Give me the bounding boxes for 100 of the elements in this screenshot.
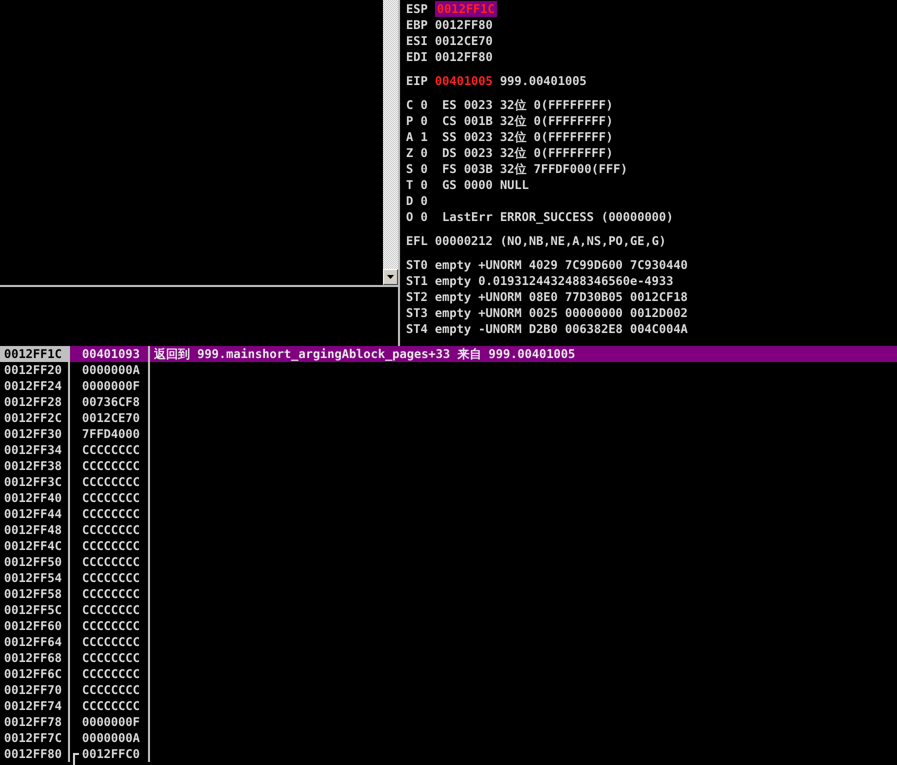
stack-value: 0000000A xyxy=(82,731,140,745)
segment-info: ES 0023 32位 0(FFFFFFFF) xyxy=(442,97,614,113)
stack-row[interactable]: 0012FF5C CCCCCCCC xyxy=(0,602,897,618)
fpu-register-name: ST4 xyxy=(406,321,428,337)
fpu-register-name: ST2 xyxy=(406,289,428,305)
segment-info: FS 003B 32位 7FFDF000(FFF) xyxy=(442,161,628,177)
stack-row[interactable]: 0012FF64 CCCCCCCC xyxy=(0,634,897,650)
stack-value: 0012FFC0 xyxy=(82,747,140,761)
stack-address: 0012FF28 xyxy=(0,394,70,410)
flag-name: Z xyxy=(406,145,414,161)
stack-address: 0012FF24 xyxy=(0,378,70,394)
flag-value[interactable]: 0 xyxy=(420,177,428,193)
register-value[interactable]: 0012CE70 xyxy=(434,33,493,49)
stack-address: 0012FF60 xyxy=(0,618,70,634)
stack-row[interactable]: 0012FF3C CCCCCCCC xyxy=(0,474,897,490)
register-value[interactable]: 0012FF80 xyxy=(434,49,493,65)
stack-value: CCCCCCCC xyxy=(82,651,140,665)
stack-address: 0012FF20 xyxy=(0,362,70,378)
stack-value: CCCCCCCC xyxy=(82,603,140,617)
segment-info: GS 0000 NULL xyxy=(442,177,529,193)
fpu-register-value: empty 0.0193124432488346560e-4933 xyxy=(434,273,674,289)
stack-address: 0012FF30 xyxy=(0,426,70,442)
stack-address: 0012FF48 xyxy=(0,522,70,538)
flag-name: A xyxy=(406,129,414,145)
stack-value: CCCCCCCC xyxy=(82,443,140,457)
stack-row[interactable]: 0012FF1C 00401093 返回到 999.mainshort_argingAblock_pages+33 来自 999.00401005 xyxy=(0,346,897,362)
register-name: EBP xyxy=(406,17,428,33)
flag-value[interactable]: 0 xyxy=(420,209,428,225)
stack-row[interactable]: 0012FF78 0000000F xyxy=(0,714,897,730)
stack-address: 0012FF80 xyxy=(0,746,70,762)
register-value[interactable]: 0012FF80 xyxy=(434,17,493,33)
register-name: ESP xyxy=(406,1,428,17)
stack-row[interactable]: 0012FF50 CCCCCCCC xyxy=(0,554,897,570)
stack-address: 0012FF3C xyxy=(0,474,70,490)
register-value[interactable]: 00401005 xyxy=(434,73,493,89)
segment-info: DS 0023 32位 0(FFFFFFFF) xyxy=(442,145,614,161)
flag-value[interactable]: 0 xyxy=(420,161,428,177)
flag-name: S xyxy=(406,161,414,177)
segment-info: CS 001B 32位 0(FFFFFFFF) xyxy=(442,113,614,129)
stack-value: 7FFD4000 xyxy=(82,427,140,441)
stack-row[interactable]: 0012FF30 7FFD4000 xyxy=(0,426,897,442)
stack-address: 0012FF5C xyxy=(0,602,70,618)
stack-row[interactable]: 0012FF44 CCCCCCCC xyxy=(0,506,897,522)
stack-row[interactable]: 0012FF68 CCCCCCCC xyxy=(0,650,897,666)
stack-row[interactable]: 0012FF70 CCCCCCCC xyxy=(0,682,897,698)
stack-value: CCCCCCCC xyxy=(82,507,140,521)
stack-row[interactable]: 0012FF80 0012FFC0 xyxy=(0,746,897,762)
stack-row[interactable]: 0012FF60 CCCCCCCC xyxy=(0,618,897,634)
stack-value: CCCCCCCC xyxy=(82,571,140,585)
fpu-register-name: ST3 xyxy=(406,305,428,321)
stack-value: CCCCCCCC xyxy=(82,635,140,649)
stack-row[interactable]: 0012FF24 0000000F xyxy=(0,378,897,394)
stack-row[interactable]: 0012FF7C 0000000A xyxy=(0,730,897,746)
stack-value: CCCCCCCC xyxy=(82,475,140,489)
flag-name: C xyxy=(406,97,414,113)
stack-row[interactable]: 0012FF4C CCCCCCCC xyxy=(0,538,897,554)
stack-address: 0012FF74 xyxy=(0,698,70,714)
stack-address: 0012FF1C xyxy=(0,346,70,362)
stack-row[interactable]: 0012FF74 CCCCCCCC xyxy=(0,698,897,714)
down-arrow-icon xyxy=(387,275,394,279)
stack-address: 0012FF40 xyxy=(0,490,70,506)
fpu-register-name: ST1 xyxy=(406,273,428,289)
flag-name: T xyxy=(406,177,414,193)
stack-address: 0012FF38 xyxy=(0,458,70,474)
stack-value: 00736CF8 xyxy=(82,395,140,409)
stack-row[interactable]: 0012FF6C CCCCCCCC xyxy=(0,666,897,682)
fpu-register-value: empty -UNORM D2B0 006382E8 004C004A xyxy=(434,321,688,337)
stack-value: CCCCCCCC xyxy=(82,699,140,713)
flag-value[interactable]: 0 xyxy=(420,193,428,209)
stack-row[interactable]: 0012FF2C 0012CE70 xyxy=(0,410,897,426)
register-name: ESI xyxy=(406,33,428,49)
stack-value: CCCCCCCC xyxy=(82,491,140,505)
stack-row[interactable]: 0012FF48 CCCCCCCC xyxy=(0,522,897,538)
stack-row[interactable]: 0012FF28 00736CF8 xyxy=(0,394,897,410)
stack-address: 0012FF7C xyxy=(0,730,70,746)
register-value[interactable]: 00000212 xyxy=(434,233,493,249)
stack-address: 0012FF6C xyxy=(0,666,70,682)
scroll-down-button[interactable] xyxy=(383,269,398,285)
stack-address: 0012FF34 xyxy=(0,442,70,458)
stack-row[interactable]: 0012FF34 CCCCCCCC xyxy=(0,442,897,458)
stack-comment: 返回到 999.mainshort_argingAblock_pages+33 来自 999.00401005 xyxy=(154,347,576,361)
stack-address: 0012FF44 xyxy=(0,506,70,522)
flag-value[interactable]: 0 xyxy=(420,145,428,161)
stack-address: 0012FF54 xyxy=(0,570,70,586)
stack-row[interactable]: 0012FF58 CCCCCCCC xyxy=(0,586,897,602)
stack-value: CCCCCCCC xyxy=(82,555,140,569)
stack-value: 0000000F xyxy=(82,715,140,729)
flag-value[interactable]: 0 xyxy=(420,113,428,129)
flag-value[interactable]: 0 xyxy=(420,97,428,113)
stack-address: 0012FF2C xyxy=(0,410,70,426)
stack-row[interactable]: 0012FF40 CCCCCCCC xyxy=(0,490,897,506)
stack-row[interactable]: 0012FF54 CCCCCCCC xyxy=(0,570,897,586)
stack-value: 0000000F xyxy=(82,379,140,393)
stack-row[interactable]: 0012FF20 0000000A xyxy=(0,362,897,378)
stack-row[interactable]: 0012FF38 CCCCCCCC xyxy=(0,458,897,474)
stack-address: 0012FF50 xyxy=(0,554,70,570)
register-name: EFL xyxy=(406,233,428,249)
stack-value: CCCCCCCC xyxy=(82,523,140,537)
flag-value[interactable]: 1 xyxy=(420,129,428,145)
stack-value: 00401093 xyxy=(82,347,140,361)
